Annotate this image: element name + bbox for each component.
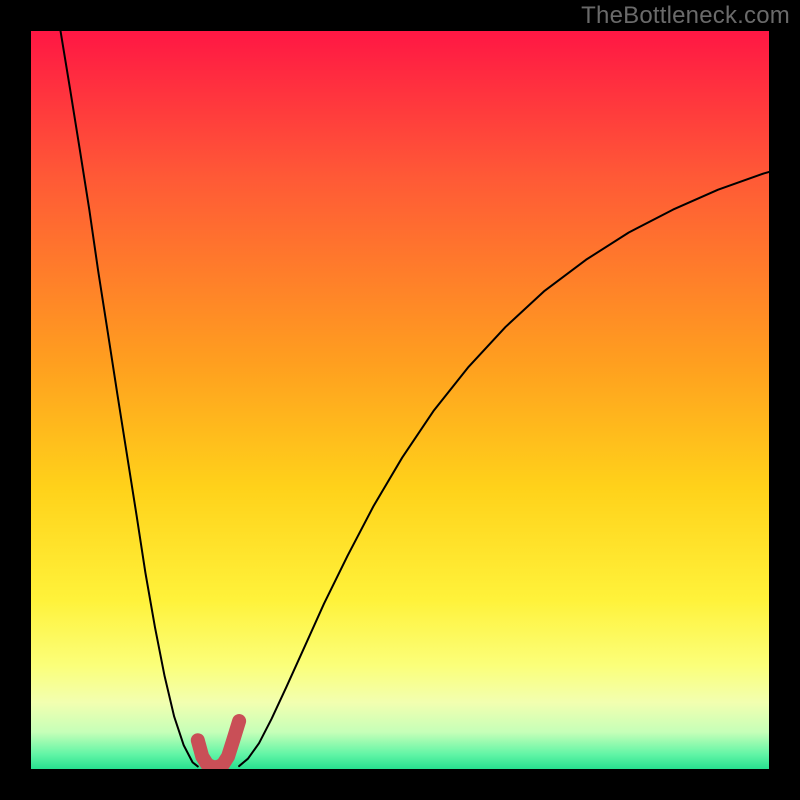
- chart-area: [31, 31, 769, 769]
- gradient-background: [31, 31, 769, 769]
- outer-frame: TheBottleneck.com: [0, 0, 800, 800]
- chart-svg: [31, 31, 769, 769]
- watermark-label: TheBottleneck.com: [581, 2, 790, 30]
